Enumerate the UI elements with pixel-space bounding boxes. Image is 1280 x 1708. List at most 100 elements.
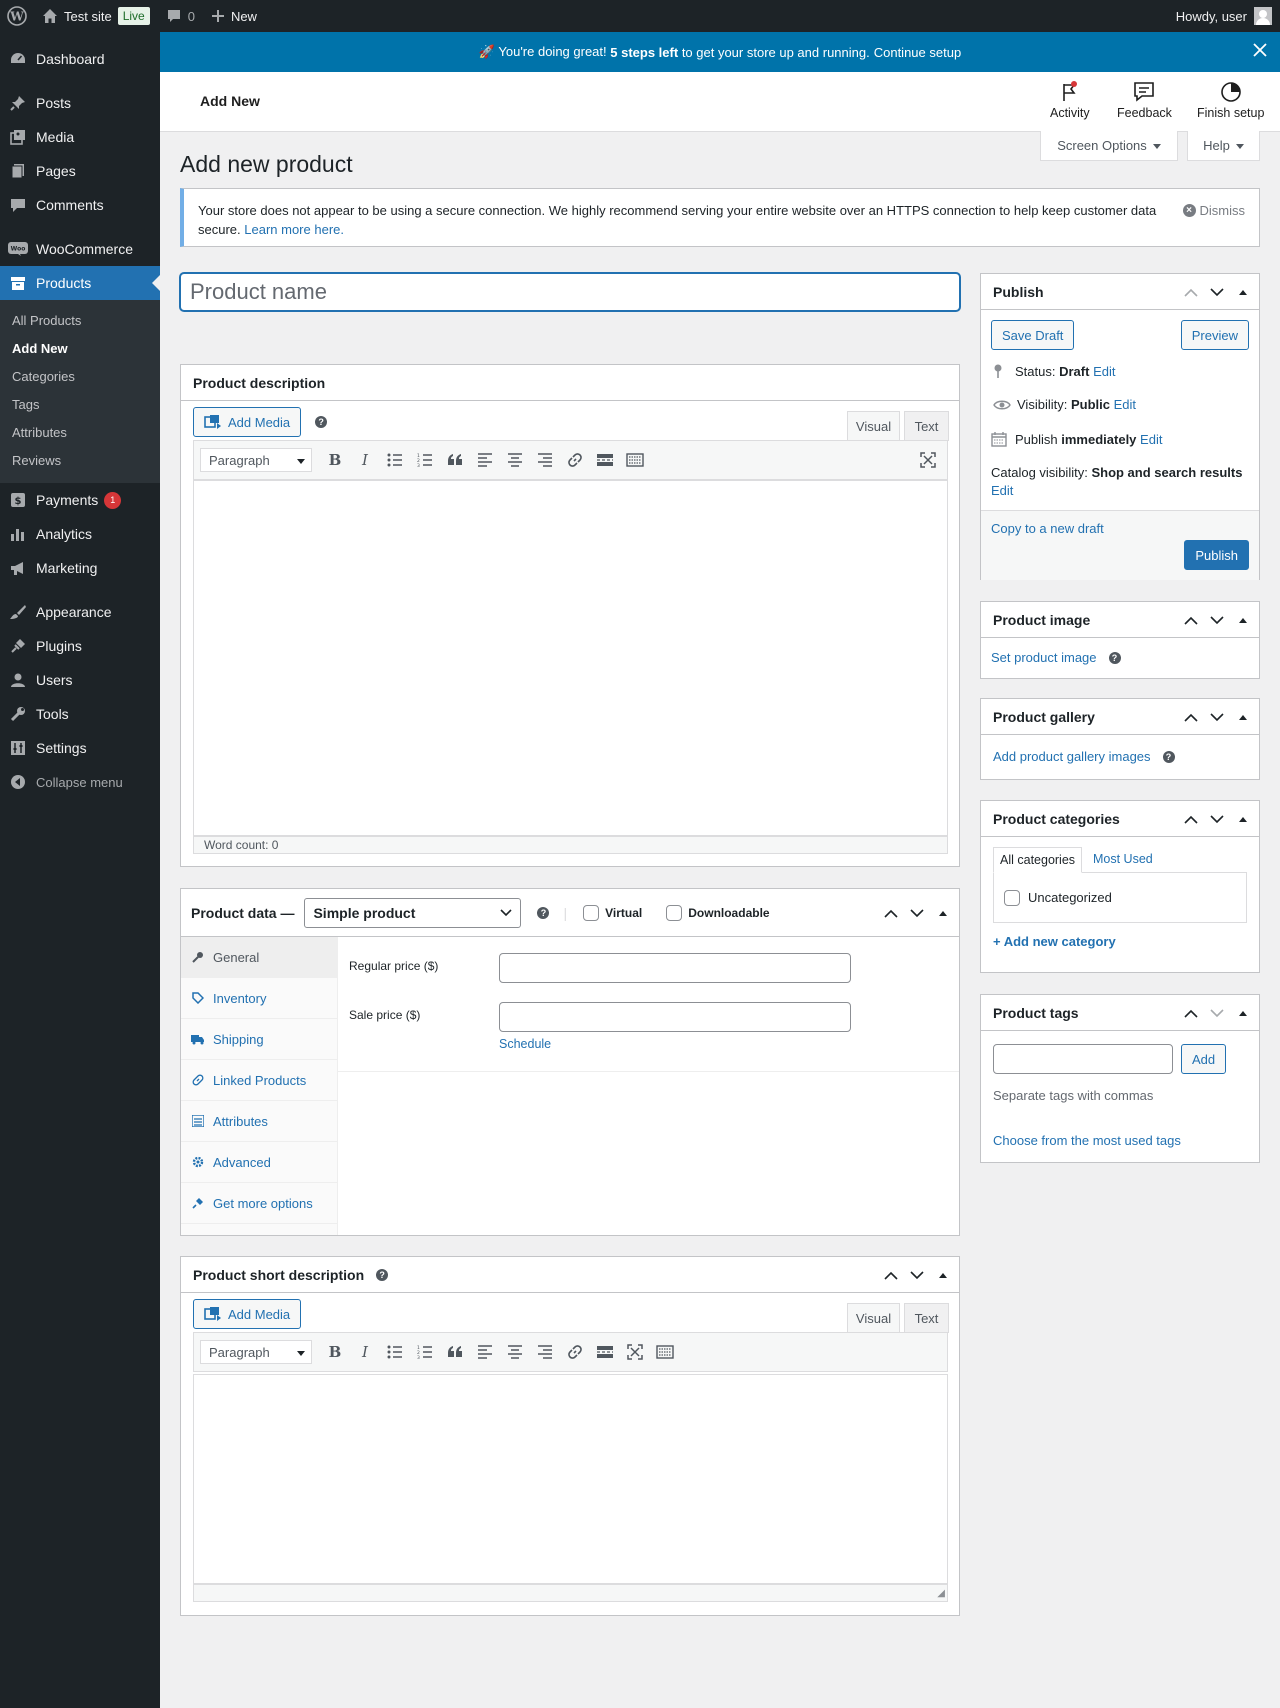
tab-shipping[interactable]: Shipping: [181, 1019, 337, 1060]
edit-catalog-link[interactable]: Edit: [991, 483, 1013, 498]
sidebar-item-dashboard[interactable]: Dashboard: [0, 42, 160, 76]
move-down-icon[interactable]: [1207, 282, 1227, 302]
help-tip-icon[interactable]: ?: [1108, 651, 1121, 664]
align-center-icon[interactable]: [500, 1338, 530, 1366]
toggle-panel-icon[interactable]: [1233, 809, 1253, 829]
toggle-panel-icon[interactable]: [933, 903, 953, 923]
move-up-icon[interactable]: [881, 1265, 901, 1285]
sidebar-item-posts[interactable]: Posts: [0, 86, 160, 120]
submenu-categories[interactable]: Categories: [0, 363, 160, 391]
move-down-icon[interactable]: [1207, 610, 1227, 630]
align-left-icon[interactable]: [470, 446, 500, 474]
finish-setup-button[interactable]: Finish setup: [1197, 80, 1264, 120]
read-more-icon[interactable]: [590, 446, 620, 474]
downloadable-check[interactable]: [666, 904, 683, 921]
preview-button[interactable]: Preview: [1180, 320, 1249, 350]
move-up-icon[interactable]: [1181, 610, 1201, 630]
format-select[interactable]: Paragraph: [200, 1340, 312, 1364]
italic-icon[interactable]: I: [350, 446, 380, 474]
sidebar-item-tools[interactable]: Tools: [0, 697, 160, 731]
new-content-link[interactable]: New: [203, 0, 265, 32]
help-button[interactable]: Help: [1187, 131, 1260, 161]
align-left-icon[interactable]: [470, 1338, 500, 1366]
numbered-list-icon[interactable]: 123: [410, 446, 440, 474]
category-checkbox[interactable]: [1004, 889, 1020, 906]
schedule-link[interactable]: Schedule: [499, 1037, 551, 1051]
sidebar-item-pages[interactable]: Pages: [0, 154, 160, 188]
numbered-list-icon[interactable]: 123: [410, 1338, 440, 1366]
sidebar-item-payments[interactable]: $ Payments 1: [0, 483, 160, 517]
toolbar-toggle-icon[interactable]: [650, 1338, 680, 1366]
collapse-menu-button[interactable]: Collapse menu: [0, 765, 160, 799]
save-draft-button[interactable]: Save Draft: [991, 320, 1075, 350]
choose-tags-link[interactable]: Choose from the most used tags: [993, 1133, 1181, 1148]
submenu-all-products[interactable]: All Products: [0, 307, 160, 335]
sidebar-item-products[interactable]: Products: [0, 266, 160, 300]
sidebar-item-settings[interactable]: Settings: [0, 731, 160, 765]
help-tip-icon[interactable]: ?: [537, 906, 550, 919]
tab-attributes[interactable]: Attributes: [181, 1101, 337, 1142]
move-up-icon[interactable]: [1181, 1003, 1201, 1023]
toggle-panel-icon[interactable]: [1233, 610, 1253, 630]
product-type-select[interactable]: Simple product: [304, 897, 522, 928]
sidebar-item-woocommerce[interactable]: Woo WooCommerce: [0, 232, 160, 266]
regular-price-input[interactable]: [499, 953, 851, 983]
move-up-icon[interactable]: [1181, 707, 1201, 727]
blockquote-icon[interactable]: [440, 1338, 470, 1366]
set-product-image-link[interactable]: Set product image: [991, 650, 1097, 665]
close-icon[interactable]: [1252, 42, 1268, 62]
comments-link[interactable]: 0: [158, 0, 203, 32]
align-right-icon[interactable]: [530, 446, 560, 474]
sidebar-item-appearance[interactable]: Appearance: [0, 595, 160, 629]
toggle-panel-icon[interactable]: [1233, 707, 1253, 727]
move-down-icon[interactable]: [1207, 809, 1227, 829]
submenu-reviews[interactable]: Reviews: [0, 447, 160, 475]
tab-most-used[interactable]: Most Used: [1093, 852, 1153, 866]
tab-linked-products[interactable]: Linked Products: [181, 1060, 337, 1101]
move-up-icon[interactable]: [1181, 809, 1201, 829]
bullet-list-icon[interactable]: [380, 1338, 410, 1366]
add-category-link[interactable]: + Add new category: [993, 934, 1116, 949]
help-tip-icon[interactable]: ?: [376, 1268, 389, 1281]
product-name-input[interactable]: [180, 273, 960, 311]
toggle-panel-icon[interactable]: [933, 1265, 953, 1285]
help-tip-icon[interactable]: ?: [315, 416, 328, 428]
help-tip-icon[interactable]: ?: [1162, 750, 1175, 763]
sale-price-input[interactable]: [499, 1002, 851, 1032]
description-editor[interactable]: [193, 480, 948, 836]
tab-visual[interactable]: Visual: [847, 1303, 900, 1333]
add-tag-button[interactable]: Add: [1181, 1044, 1227, 1074]
continue-setup-link[interactable]: Continue setup: [874, 45, 961, 60]
sidebar-item-media[interactable]: Media: [0, 120, 160, 154]
sidebar-item-plugins[interactable]: Plugins: [0, 629, 160, 663]
sidebar-item-comments[interactable]: Comments: [0, 188, 160, 222]
tab-inventory[interactable]: Inventory: [181, 978, 337, 1019]
move-down-icon[interactable]: [907, 903, 927, 923]
link-icon[interactable]: [560, 446, 590, 474]
tab-text[interactable]: Text: [904, 411, 949, 441]
tab-all-categories[interactable]: All categories: [993, 847, 1083, 873]
activity-button[interactable]: Activity: [1050, 80, 1090, 120]
align-center-icon[interactable]: [500, 446, 530, 474]
submenu-attributes[interactable]: Attributes: [0, 419, 160, 447]
edit-status-link[interactable]: Edit: [1093, 364, 1115, 379]
move-down-icon[interactable]: [1207, 707, 1227, 727]
tab-advanced[interactable]: Advanced: [181, 1142, 337, 1183]
add-media-button[interactable]: Add Media: [193, 407, 302, 437]
move-up-icon[interactable]: [1181, 282, 1201, 302]
link-icon[interactable]: [560, 1338, 590, 1366]
sidebar-item-users[interactable]: Users: [0, 663, 160, 697]
fullscreen-icon[interactable]: [620, 1338, 650, 1366]
resize-handle-icon[interactable]: ◢: [937, 1588, 945, 1599]
move-up-icon[interactable]: [881, 903, 901, 923]
dismiss-button[interactable]: × Dismiss: [1182, 201, 1245, 220]
tab-general[interactable]: General: [181, 937, 337, 978]
tab-visual[interactable]: Visual: [847, 411, 900, 441]
toolbar-toggle-icon[interactable]: [620, 446, 650, 474]
feedback-button[interactable]: Feedback: [1117, 80, 1172, 120]
move-down-icon[interactable]: [1207, 1003, 1227, 1023]
copy-draft-link[interactable]: Copy to a new draft: [991, 521, 1104, 536]
learn-more-link[interactable]: Learn more here.: [244, 222, 344, 237]
toggle-panel-icon[interactable]: [1233, 1003, 1253, 1023]
read-more-icon[interactable]: [590, 1338, 620, 1366]
